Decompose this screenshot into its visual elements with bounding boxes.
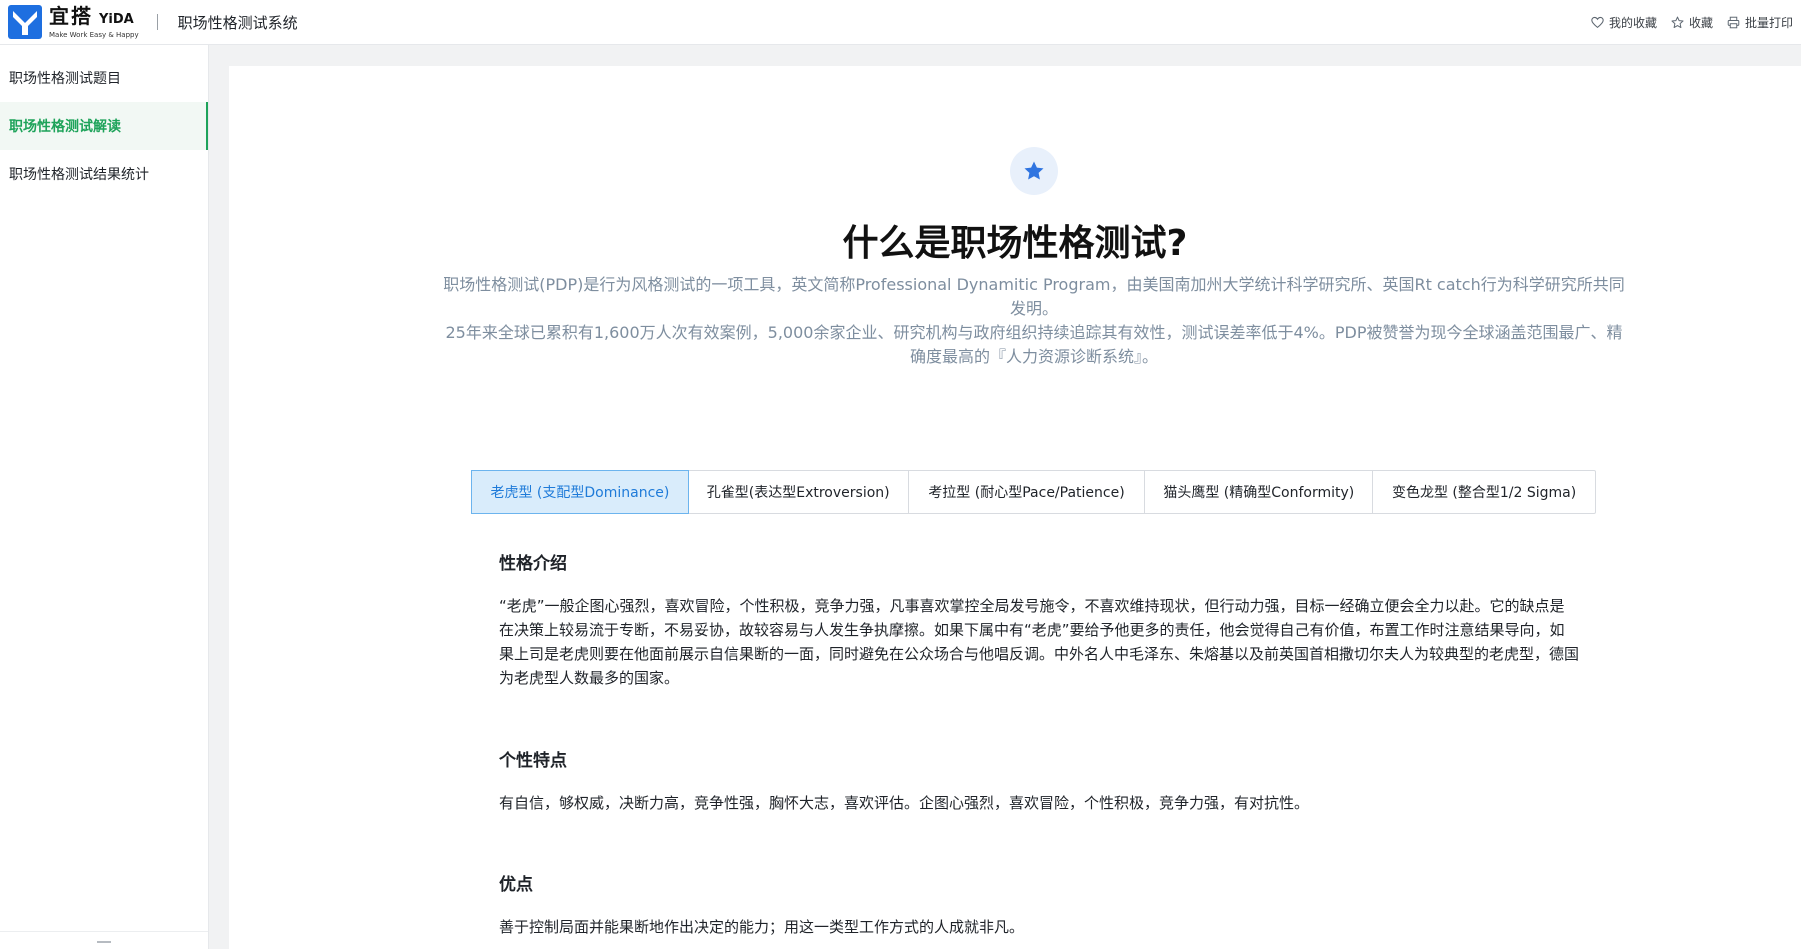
logo-en: YiDA bbox=[99, 11, 134, 27]
strengths-section: 优点 善于控制局面并能果断地作出决定的能力；用这一类型工作方式的人成就非凡。 bbox=[499, 870, 1579, 939]
yida-logo[interactable]: 宜搭 YiDA Make Work Easy & Happy bbox=[8, 0, 139, 45]
star-icon bbox=[1024, 161, 1044, 180]
tab-label: 变色龙型 (整合型1/2 Sigma) bbox=[1391, 485, 1577, 501]
printer-icon bbox=[1727, 16, 1740, 29]
my-favorites-button[interactable]: 我的收藏 bbox=[1591, 14, 1657, 31]
app-title: 职场性格测试系统 bbox=[177, 13, 298, 32]
tab-peacock[interactable]: 孔雀型(表达型Extroversion) bbox=[689, 471, 909, 513]
tab-label: 孔雀型(表达型Extroversion) bbox=[706, 485, 890, 501]
heart-icon bbox=[1591, 16, 1604, 29]
tab-owl[interactable]: 猫头鹰型 (精确型Conformity) bbox=[1145, 471, 1374, 513]
sidebar: 职场性格测试题目 职场性格测试解读 职场性格测试结果统计 bbox=[0, 45, 209, 949]
logo-tagline: Make Work Easy & Happy bbox=[49, 30, 139, 39]
hero-description-line: 25年来全球已累积有1,600万人次有效案例，5,000余家企业、研究机构与政府… bbox=[445, 323, 1623, 366]
hero-badge bbox=[1010, 147, 1058, 195]
top-header: 宜搭 YiDA Make Work Easy & Happy 职场性格测试系统 … bbox=[0, 0, 1801, 45]
main-content: 什么是职场性格测试? 职场性格测试(PDP)是行为风格测试的一项工具，英文简称P… bbox=[229, 66, 1801, 949]
header-actions: 我的收藏 收藏 批量打印 bbox=[1577, 0, 1793, 45]
traits-body: 有自信，够权威，决断力高，竞争性强，胸怀大志，喜欢评估。企图心强烈，喜欢冒险，个… bbox=[499, 794, 1310, 812]
favorite-button[interactable]: 收藏 bbox=[1671, 14, 1713, 31]
logo-text: 宜搭 YiDA Make Work Easy & Happy bbox=[49, 5, 139, 40]
star-icon bbox=[1671, 16, 1684, 29]
intro-section: 性格介绍 “老虎”一般企图心强烈，喜欢冒险，个性积极，竞争力强，凡事喜欢掌控全局… bbox=[499, 549, 1579, 690]
sidebar-item-label: 职场性格测试结果统计 bbox=[9, 167, 149, 183]
intro-body: “老虎”一般企图心强烈，喜欢冒险，个性积极，竞争力强，凡事喜欢掌控全局发号施令，… bbox=[499, 597, 1580, 687]
tab-label: 老虎型 (支配型Dominance) bbox=[490, 485, 670, 501]
logo-cn: 宜搭 bbox=[49, 3, 93, 28]
traits-title: 个性特点 bbox=[499, 751, 567, 771]
sidebar-footer bbox=[0, 931, 208, 949]
traits-section: 个性特点 有自信，够权威，决断力高，竞争性强，胸怀大志，喜欢评估。企图心强烈，喜… bbox=[499, 746, 1579, 815]
favorite-label: 收藏 bbox=[1688, 16, 1713, 30]
tab-chameleon[interactable]: 变色龙型 (整合型1/2 Sigma) bbox=[1373, 471, 1595, 513]
sidebar-item-result-statistics[interactable]: 职场性格测试结果统计 bbox=[0, 150, 208, 198]
sidebar-item-label: 职场性格测试解读 bbox=[9, 119, 121, 135]
tab-label: 考拉型 (耐心型Pace/Patience) bbox=[928, 485, 1125, 501]
personality-tabs: 老虎型 (支配型Dominance) 孔雀型(表达型Extroversion) … bbox=[471, 470, 1596, 514]
strengths-body: 善于控制局面并能果断地作出决定的能力；用这一类型工作方式的人成就非凡。 bbox=[499, 918, 1025, 936]
intro-title: 性格介绍 bbox=[499, 554, 567, 574]
tab-koala[interactable]: 考拉型 (耐心型Pace/Patience) bbox=[909, 471, 1146, 513]
hero-description-line: 职场性格测试(PDP)是行为风格测试的一项工具，英文简称Professional… bbox=[443, 275, 1625, 318]
yida-logo-mark-icon bbox=[8, 5, 42, 39]
strengths-title: 优点 bbox=[499, 875, 533, 895]
sidebar-item-label: 职场性格测试题目 bbox=[9, 71, 121, 87]
page-title: 什么是职场性格测试? bbox=[842, 223, 1188, 264]
batch-print-label: 批量打印 bbox=[1744, 16, 1793, 30]
collapse-icon[interactable] bbox=[97, 941, 111, 947]
my-favorites-label: 我的收藏 bbox=[1608, 16, 1657, 30]
sidebar-item-test-questions[interactable]: 职场性格测试题目 bbox=[0, 54, 208, 102]
tab-label: 猫头鹰型 (精确型Conformity) bbox=[1163, 485, 1355, 501]
batch-print-button[interactable]: 批量打印 bbox=[1727, 14, 1793, 31]
hero-description: 职场性格测试(PDP)是行为风格测试的一项工具，英文简称Professional… bbox=[439, 273, 1629, 369]
sidebar-item-test-interpretation[interactable]: 职场性格测试解读 bbox=[0, 102, 208, 150]
header-divider bbox=[156, 14, 158, 30]
tab-tiger[interactable]: 老虎型 (支配型Dominance) bbox=[471, 470, 689, 514]
